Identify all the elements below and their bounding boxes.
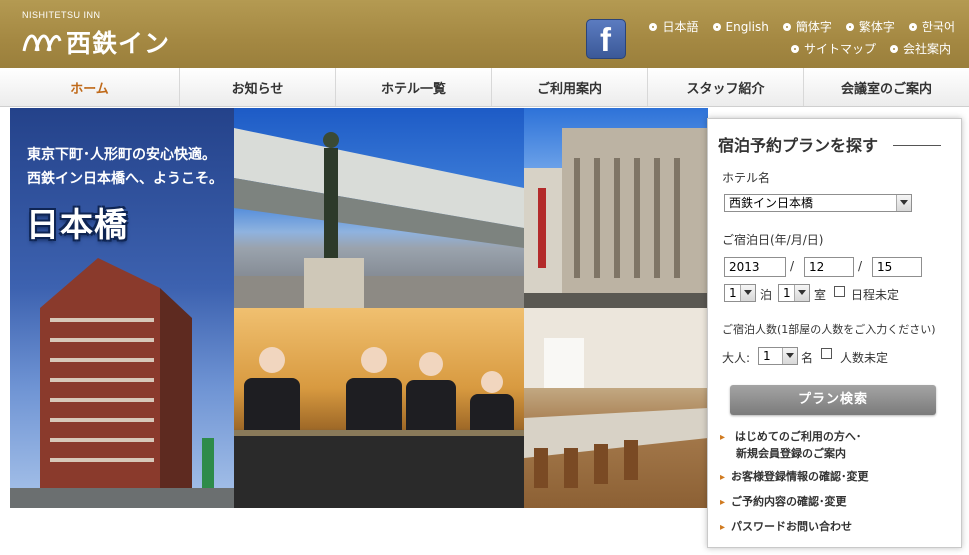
utility-links: サイトマップ 会社案内	[790, 40, 951, 57]
year-input[interactable]	[724, 257, 786, 277]
bullet-icon	[782, 22, 791, 31]
nihonbashi-bridge-photo	[234, 108, 524, 308]
lang-traditional-chinese[interactable]: 繁体字	[845, 18, 895, 35]
title-rule	[893, 145, 941, 146]
date-undecided-label: 日程未定	[851, 288, 900, 302]
first-time-link-line-2: 新規会員登録のご案内	[736, 447, 846, 460]
hero-tagline: 東京下町･人形町の安心快適。 西鉄イン日本橋へ、ようこそ。	[27, 143, 223, 191]
brand-name[interactable]: 西鉄イン	[66, 24, 170, 60]
date-separator: /	[858, 259, 863, 273]
front-desk-staff-photo	[234, 308, 524, 508]
rooms-select[interactable]: 1	[778, 284, 810, 302]
nav-guide[interactable]: ご利用案内	[492, 68, 648, 106]
language-switcher: 日本語 English 簡体字 繁体字 한국어	[649, 18, 955, 35]
nights-select[interactable]: 1	[724, 284, 756, 302]
month-input[interactable]	[804, 257, 854, 277]
stay-date-label: ご宿泊日(年/月/日)	[722, 233, 824, 247]
lang-english[interactable]: English	[712, 18, 769, 35]
panel-title: 宿泊予約プランを探す	[718, 136, 879, 155]
reservation-check-link[interactable]: ご予約内容の確認･変更	[720, 494, 847, 511]
adults-select[interactable]: 1	[758, 347, 798, 365]
nav-news[interactable]: お知らせ	[180, 68, 336, 106]
chevron-down-icon	[896, 195, 911, 211]
bullet-icon	[889, 44, 898, 53]
adults-unit: 名	[801, 351, 814, 365]
chevron-down-icon	[782, 348, 797, 364]
nishitetsu-logo-icon[interactable]	[22, 27, 62, 53]
rooms-unit: 室	[814, 288, 827, 302]
date-separator: /	[790, 259, 795, 273]
hero-tagline-line-1: 東京下町･人形町の安心快適。	[27, 147, 216, 163]
brand-small-text: NISHITETSU INN	[22, 10, 101, 20]
nav-home[interactable]: ホーム	[0, 68, 180, 106]
rooms-select-value: 1	[783, 286, 791, 300]
nights-unit: 泊	[760, 288, 773, 302]
nav-staff[interactable]: スタッフ紹介	[648, 68, 804, 106]
bullet-icon	[649, 22, 658, 31]
date-undecided-checkbox[interactable]	[834, 286, 845, 297]
lang-japanese[interactable]: 日本語	[649, 18, 699, 35]
plan-search-button[interactable]: プラン検索	[730, 385, 936, 415]
hero-place-name: 日本橋	[26, 205, 128, 244]
bullet-icon	[790, 44, 799, 53]
hotel-select[interactable]: 西鉄イン日本橋	[724, 194, 912, 212]
adults-label: 大人:	[722, 351, 751, 365]
password-inquiry-link[interactable]: パスワードお問い合わせ	[720, 519, 852, 536]
hotel-select-value: 西鉄イン日本橋	[729, 196, 814, 210]
main-nav: ホーム お知らせ ホテル一覧 ご利用案内 スタッフ紹介 会議室のご案内	[0, 68, 969, 107]
sitemap-link[interactable]: サイトマップ	[790, 40, 876, 57]
meeting-room-scene	[524, 308, 708, 488]
chevron-down-icon	[794, 285, 809, 301]
site-header: NISHITETSU INN 西鉄イン f 日本語 English 簡体字 繁体…	[0, 0, 969, 68]
company-info-link[interactable]: 会社案内	[889, 40, 951, 57]
bullet-icon	[908, 22, 917, 31]
facebook-glyph: f	[600, 21, 611, 58]
first-time-guide-link[interactable]: はじめてのご利用の方へ･ 新規会員登録のご案内	[720, 429, 862, 462]
adults-select-value: 1	[763, 349, 771, 363]
bullet-icon	[845, 22, 854, 31]
hero-banner: 東京下町･人形町の安心快適。 西鉄イン日本橋へ、ようこそ。 日本橋	[10, 108, 234, 508]
nav-meeting-rooms[interactable]: 会議室のご案内	[804, 68, 969, 106]
meeting-room-photo	[524, 308, 708, 508]
store-scene	[524, 128, 708, 308]
lang-korean[interactable]: 한국어	[908, 18, 955, 35]
customer-info-link[interactable]: お客様登録情報の確認･変更	[720, 469, 869, 486]
department-store-photo	[524, 108, 708, 308]
guests-undecided-label: 人数未定	[840, 351, 889, 365]
guests-label: ご宿泊人数(1部屋の人数をご入力ください)	[722, 323, 936, 336]
chevron-down-icon	[740, 285, 755, 301]
hotel-building-image	[10, 258, 234, 508]
bridge-scene	[234, 128, 524, 308]
lang-simplified-chinese[interactable]: 簡体字	[782, 18, 832, 35]
day-input[interactable]	[872, 257, 922, 277]
facebook-icon[interactable]: f	[586, 19, 626, 59]
hero-tagline-line-2: 西鉄イン日本橋へ、ようこそ。	[27, 171, 223, 187]
guests-undecided-checkbox[interactable]	[821, 348, 832, 359]
bullet-icon	[712, 22, 721, 31]
staff-scene	[234, 347, 524, 508]
first-time-link-line-1: はじめてのご利用の方へ･	[734, 430, 862, 443]
plan-search-panel: 宿泊予約プランを探す ホテル名 西鉄イン日本橋 ご宿泊日(年/月/日) / / …	[707, 118, 962, 548]
hotel-name-label: ホテル名	[722, 171, 771, 185]
nights-select-value: 1	[729, 286, 737, 300]
nav-hotel-list[interactable]: ホテル一覧	[336, 68, 492, 106]
